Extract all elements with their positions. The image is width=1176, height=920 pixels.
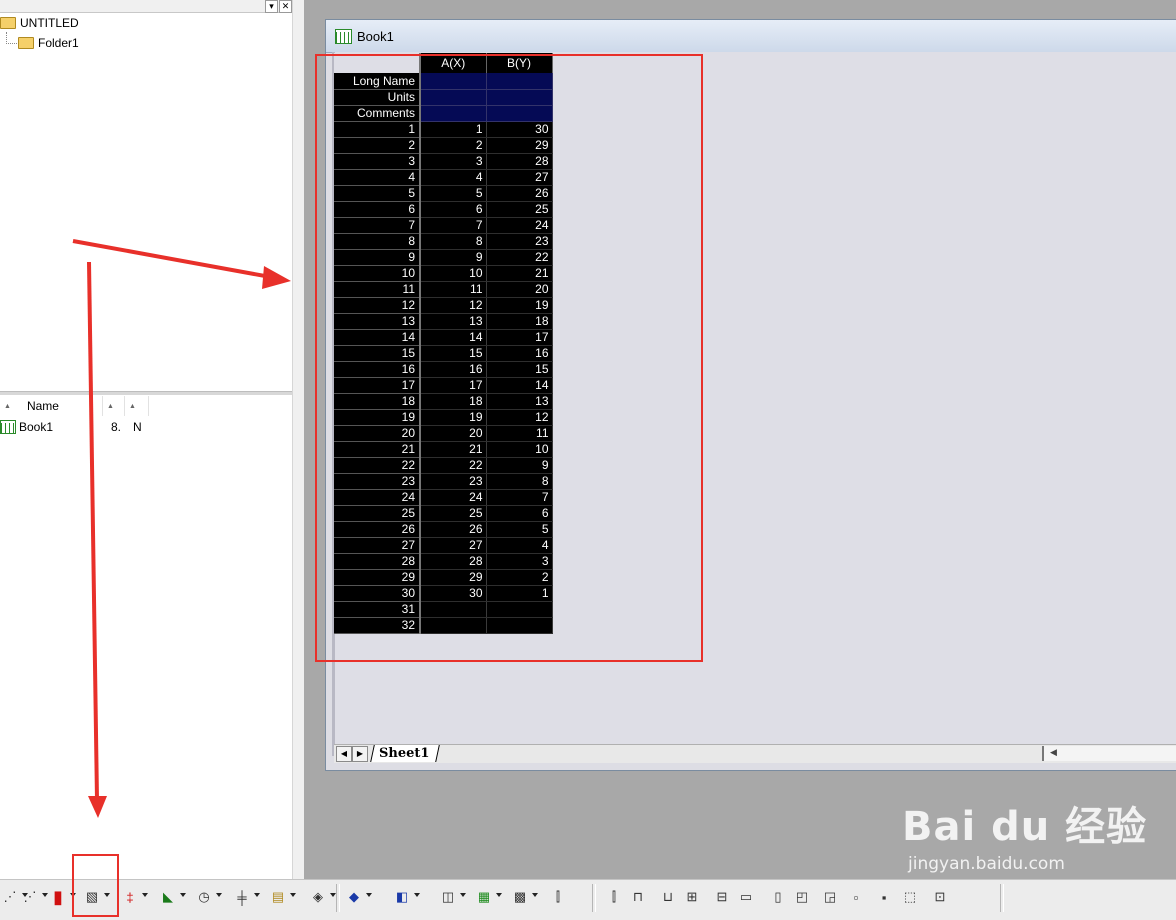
dropdown-arrow-icon[interactable] [180,893,186,897]
dropdown-arrow-icon[interactable] [414,893,420,897]
list-header: ▲ Name ▲ ▲ [0,396,292,416]
dropdown-arrow-icon[interactable] [366,893,372,897]
workbook-title-bar[interactable]: Book1 [326,20,1176,53]
project-explorer: ▾ ✕ UNTITLED Folder1 [0,0,292,879]
list-item[interactable]: Book1 8. N [0,418,292,436]
align-left-icon[interactable]: ⫿ [548,887,568,907]
dropdown-arrow-icon[interactable] [496,893,502,897]
dropdown-icon[interactable]: ▾ [265,0,278,13]
sheet-tab-strip: ◀ ▶ Sheet1 ◀ [334,744,1176,763]
workbook-title: Book1 [357,28,394,44]
line-symbol-plot-icon[interactable]: ⋰ [20,887,40,907]
polar-plot-icon[interactable]: ◷ [194,887,214,907]
horizontal-scrollbar[interactable]: ◀ [1042,746,1176,761]
distribute-h-icon[interactable]: ⊞ [682,887,702,907]
tab-sheet1[interactable]: Sheet1 [370,745,441,762]
group-icon[interactable]: ▫ [846,887,866,907]
3d-surface-icon[interactable]: ◧ [392,887,412,907]
error-bar-icon[interactable]: ‡ [120,887,140,907]
same-height-icon[interactable]: ▯ [768,887,788,907]
annotation-box-toolbar [72,854,119,917]
watermark-url: jingyan.baidu.com [908,854,1065,874]
dropdown-arrow-icon[interactable] [142,893,148,897]
toolbar-separator [592,884,596,912]
send-back-icon[interactable]: ◲ [820,887,840,907]
folder-icon [18,37,34,49]
list-header-col3[interactable]: ▲ [125,396,149,416]
3d-wire-icon[interactable]: ◫ [438,887,458,907]
dropdown-arrow-icon[interactable] [460,893,466,897]
image-plot-icon[interactable]: ▩ [510,887,530,907]
same-width-icon[interactable]: ▭ [736,887,756,907]
tree-connector [6,32,17,44]
explorer-top-strip: ▾ ✕ [0,0,292,13]
sort-icon: ▲ [107,402,114,410]
dropdown-arrow-icon[interactable] [254,893,260,897]
explorer-splitter-horizontal[interactable] [0,391,292,395]
contour-plot-icon[interactable]: ▦ [474,887,494,907]
toolbar-separator [1000,884,1004,912]
watermark: Bai du 经验 jingyan.baidu.com [902,794,1147,874]
dropdown-arrow-icon[interactable] [532,893,538,897]
annotation-box-data [315,54,703,662]
workbook-icon [335,28,352,44]
watermark-logo: Bai du 经验 [902,804,1148,850]
3d-plot-icon[interactable]: ◈ [308,887,328,907]
toolbar-separator [336,884,340,912]
ungroup-icon[interactable]: ▪ [874,887,894,907]
list-header-name[interactable]: ▲ Name [0,396,103,416]
box-plot-icon[interactable]: ▤ [268,887,288,907]
candlestick-icon[interactable]: ╪ [232,887,252,907]
tab-next-icon[interactable]: ▶ [352,746,368,762]
tree-item-project-label: UNTITLED [20,16,79,30]
workbook-icon [0,420,16,434]
close-icon[interactable]: ✕ [279,0,292,13]
graph-toolbar: ⋰ ⋰ ▮ ▧ ‡ ◣ ◷ ╪ ▤ ◈ ◆ ◧ ◫ ▦ ▩ ⫿ ⫿ ⊓ ⊔ ⊞ ⊟ ▭ ▯ ◰ ◲ ▫ ▪ ⬚ ⊡ [0,879,1176,920]
scroll-left-icon[interactable]: ◀ [1050,747,1057,758]
tab-prev-icon[interactable]: ◀ [336,746,352,762]
area-plot-icon[interactable]: ◣ [158,887,178,907]
align-bottom-icon[interactable]: ⊔ [658,887,678,907]
tree-item-folder1-label: Folder1 [38,36,79,50]
align-right-icon[interactable]: ⫿ [604,887,624,907]
column-chart-icon[interactable]: ▮ [48,887,68,907]
bring-front-icon[interactable]: ◰ [792,887,812,907]
resize-icon[interactable]: ⬚ [900,887,920,907]
folder-icon [0,17,16,29]
align-top-icon[interactable]: ⊓ [628,887,648,907]
tree-item-project[interactable]: UNTITLED [0,14,79,32]
list-header-col2[interactable]: ▲ [103,396,125,416]
dropdown-arrow-icon[interactable] [216,893,222,897]
distribute-v-icon[interactable]: ⊟ [712,887,732,907]
crop-icon[interactable]: ⊡ [930,887,950,907]
dropdown-arrow-icon[interactable] [290,893,296,897]
3d-bar-icon[interactable]: ◆ [344,887,364,907]
sort-icon: ▲ [4,402,11,410]
tree-item-folder1[interactable]: Folder1 [18,34,79,52]
scatter-plot-icon[interactable]: ⋰ [0,887,20,907]
sort-icon: ▲ [129,402,136,410]
